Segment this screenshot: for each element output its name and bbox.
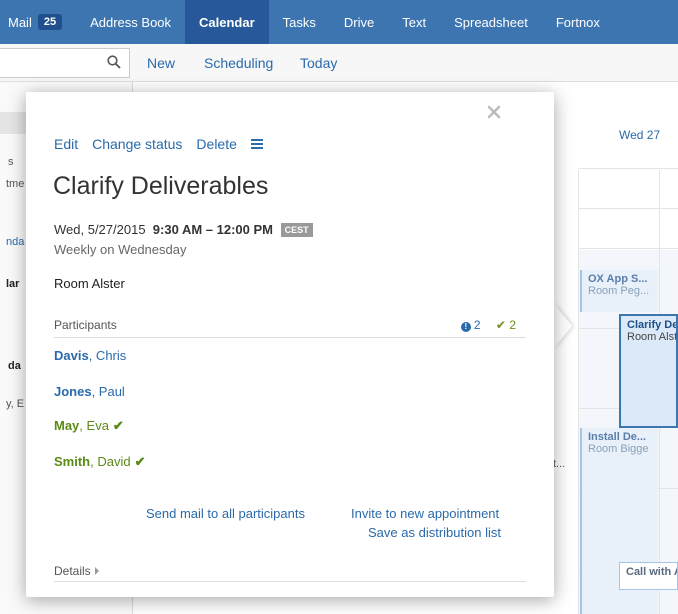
participant-item[interactable]: Smith, David ✔ xyxy=(54,454,146,470)
appointment-title: Clarify Deliverables xyxy=(53,172,269,200)
participants-header: Participants ! 2 ✔ 2 xyxy=(54,318,526,338)
recurrence-text: Weekly on Wednesday xyxy=(54,242,187,257)
appointment-location: Room Bigge xyxy=(588,443,649,455)
app-mail-label: Mail xyxy=(8,14,32,30)
appointment-detail-popup: Edit Change status Delete Clarify Delive… xyxy=(26,92,554,597)
details-toggle[interactable]: Details xyxy=(54,564,526,582)
app-drive[interactable]: Drive xyxy=(330,0,388,44)
participant-counts: ! 2 ✔ 2 xyxy=(460,318,516,332)
accepted-count: ✔ 2 xyxy=(496,318,516,332)
sidebar-fragment: y, E xyxy=(6,398,25,410)
sidebar-fragment: da xyxy=(8,360,21,372)
accepted-count-value: 2 xyxy=(509,318,516,332)
sidebar-fragment[interactable]: nda xyxy=(6,236,24,248)
unknown-count-value: 2 xyxy=(473,318,481,332)
sidebar-fragment: lar xyxy=(6,278,20,290)
unread-count-badge: 25 xyxy=(37,14,63,30)
calendar-toolbar: New Scheduling Today xyxy=(0,44,678,82)
participant-last-name: Smith xyxy=(54,454,91,469)
send-mail-link[interactable]: Send mail to all participants xyxy=(146,506,305,521)
participant-first-name: , Eva xyxy=(79,418,109,433)
grid-line xyxy=(578,208,678,209)
appointment-title: Clarify De xyxy=(627,319,678,331)
appointment[interactable]: OX App S... Room Peg... xyxy=(580,270,658,312)
grid-line xyxy=(578,248,678,249)
participant-first-name: , Chris xyxy=(88,348,127,363)
app-address-book[interactable]: Address Book xyxy=(76,0,185,44)
appointment-title: OX App S... xyxy=(588,273,648,285)
details-label: Details xyxy=(54,564,91,578)
info-icon: ! xyxy=(460,322,471,332)
participants-label: Participants xyxy=(54,318,117,332)
participant-first-name: , David xyxy=(90,454,131,469)
appointment-title: Call with A xyxy=(626,566,678,578)
expand-arrow-icon xyxy=(94,567,99,575)
app-calendar[interactable]: Calendar xyxy=(185,0,269,44)
unknown-count: ! 2 xyxy=(460,318,481,332)
scheduling-button[interactable]: Scheduling xyxy=(204,55,273,71)
hamburger-menu-icon[interactable] xyxy=(250,139,263,149)
invite-link[interactable]: Invite to new appointment xyxy=(351,506,499,521)
participant-last-name: Jones xyxy=(54,384,92,399)
popup-pointer xyxy=(554,304,572,348)
timezone-badge: CEST xyxy=(280,223,313,237)
appointment[interactable]: Call with A xyxy=(619,562,678,590)
accepted-check-icon: ✔ xyxy=(134,454,146,469)
accepted-check-icon: ✔ xyxy=(112,418,124,433)
app-launcher-bar: Mail 25 Address Book Calendar Tasks Driv… xyxy=(0,0,678,44)
appointment-location: Room Peg... xyxy=(588,285,650,297)
location-text: Room Alster xyxy=(54,276,125,291)
app-tasks[interactable]: Tasks xyxy=(269,0,330,44)
sidebar-fragment: s xyxy=(8,156,14,168)
checkmark-icon: ✔ xyxy=(495,318,506,332)
save-distribution-list-link[interactable]: Save as distribution list xyxy=(368,525,501,540)
popup-actions: Edit Change status Delete xyxy=(54,136,277,152)
grid-line xyxy=(578,168,678,169)
grid-line xyxy=(578,170,579,614)
search-input[interactable] xyxy=(0,48,130,78)
appointment-title: Install De... xyxy=(588,431,647,443)
app-spreadsheet[interactable]: Spreadsheet xyxy=(440,0,542,44)
participant-first-name: , Paul xyxy=(91,384,125,399)
appointment-date: Wed, 5/27/2015 9:30 AM – 12:00 PM CEST xyxy=(54,222,313,237)
appointment-location: Room Alst xyxy=(627,331,678,343)
sidebar-fragment: tme xyxy=(6,178,25,190)
app-fortnox[interactable]: Fortnox xyxy=(542,0,614,44)
today-button[interactable]: Today xyxy=(300,55,337,71)
date-value: Wed, 5/27/2015 xyxy=(54,222,146,237)
day-header-wed[interactable]: Wed 27 xyxy=(619,128,660,142)
delete-button[interactable]: Delete xyxy=(196,136,236,152)
new-appointment-button[interactable]: New xyxy=(147,55,175,71)
app-text[interactable]: Text xyxy=(388,0,440,44)
search-icon[interactable] xyxy=(107,55,121,69)
participant-last-name: Davis xyxy=(54,348,89,363)
app-mail[interactable]: Mail 25 xyxy=(0,0,76,44)
appointment-selected[interactable]: Clarify De Room Alst xyxy=(619,314,678,428)
edit-button[interactable]: Edit xyxy=(54,136,78,152)
participant-item[interactable]: Jones, Paul xyxy=(54,384,125,399)
participant-item[interactable]: Davis, Chris xyxy=(54,348,126,363)
time-range: 9:30 AM – 12:00 PM xyxy=(152,222,273,237)
participant-last-name: May xyxy=(54,418,80,433)
close-icon[interactable] xyxy=(484,102,504,122)
participant-item[interactable]: May, Eva ✔ xyxy=(54,418,124,434)
change-status-button[interactable]: Change status xyxy=(92,136,182,152)
appointment-fragment: t... xyxy=(553,458,566,470)
